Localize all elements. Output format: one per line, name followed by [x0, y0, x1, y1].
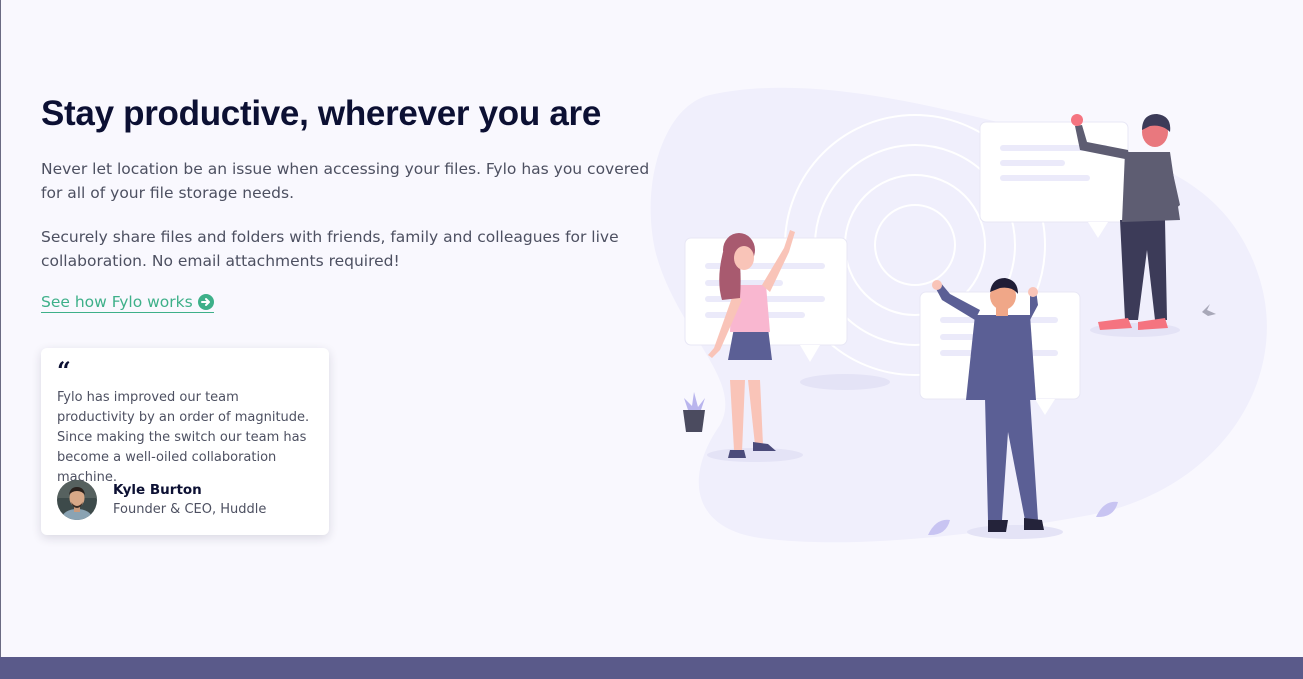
page-edge-line: [0, 0, 1, 679]
quote-icon: “: [57, 356, 71, 385]
avatar: [57, 480, 97, 520]
secondary-paragraph: Securely share files and folders with fr…: [41, 228, 619, 270]
author-role: Founder & CEO, Huddle: [113, 502, 267, 517]
page-title: Stay productive, wherever you are: [41, 94, 602, 133]
see-how-fylo-works-link[interactable]: See how Fylo works: [41, 293, 214, 313]
testimonial-card: “ Fylo has improved our team productivit…: [41, 348, 329, 535]
author-name: Kyle Burton: [113, 482, 202, 498]
arrow-circle-right-icon: [197, 294, 214, 310]
team-collaboration-illustration: [650, 87, 1267, 543]
footer-bar: [0, 657, 1303, 679]
testimonial-quote: Fylo has improved our team productivity …: [57, 390, 310, 485]
intro-paragraph: Never let location be an issue when acce…: [41, 160, 650, 202]
cta-label: See how Fylo works: [41, 293, 193, 311]
